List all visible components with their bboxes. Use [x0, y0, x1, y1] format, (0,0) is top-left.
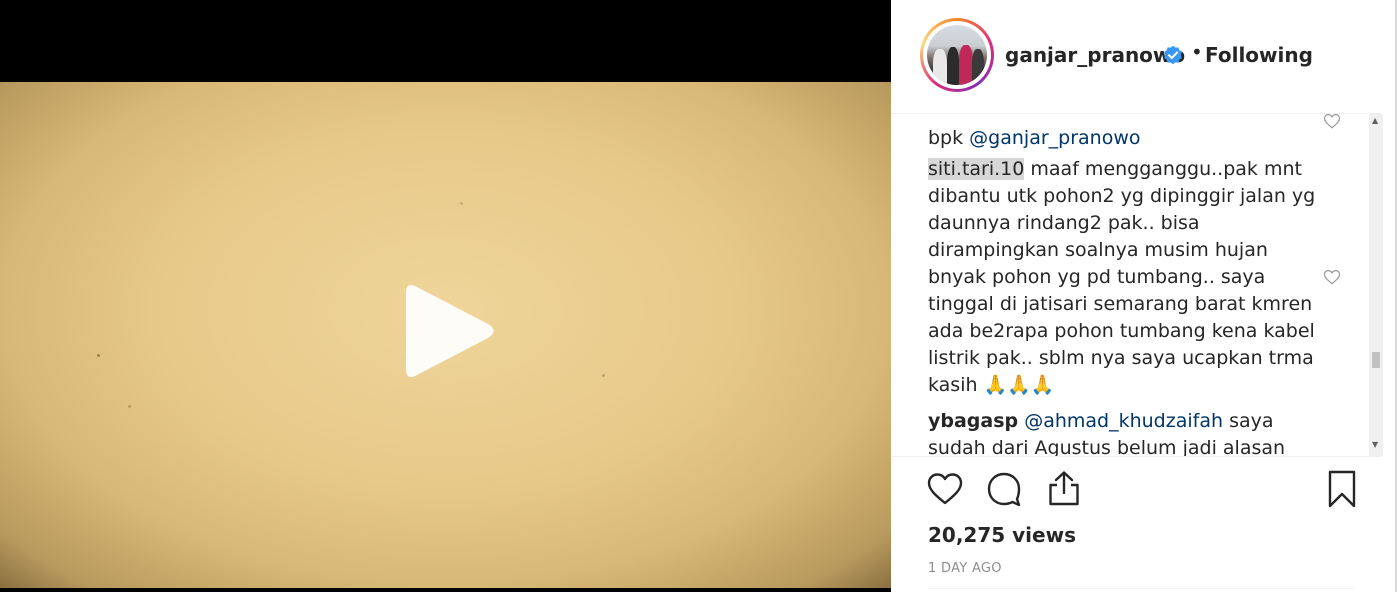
list-item: ybagasp @ahmad_khudzaifah saya sudah dar… [928, 408, 1318, 456]
comment-like-heart-icon[interactable] [1323, 114, 1341, 130]
comment-mention[interactable]: @ahmad_khudzaifah [1024, 410, 1223, 432]
comment-body: maaf mengganggu..pak mnt dibantu utk poh… [928, 158, 1316, 396]
share-icon[interactable] [1047, 469, 1081, 507]
play-icon[interactable] [392, 279, 502, 383]
post-side-panel: ganjar_pranowo • Following x bpk @ganjar… [891, 0, 1397, 592]
post-username[interactable]: ganjar_pranowo [1005, 43, 1185, 67]
following-button[interactable]: Following [1205, 43, 1313, 67]
separator-dot: • [1191, 40, 1203, 64]
video-player[interactable] [0, 0, 891, 592]
comment-mention[interactable]: @ganjar_pranowo [969, 127, 1140, 149]
comment-username[interactable]: ybagasp [928, 410, 1018, 432]
divider [928, 588, 1354, 589]
comment-icon[interactable] [986, 471, 1022, 507]
comment-username[interactable]: siti.tari.10 [928, 158, 1025, 180]
heart-icon[interactable] [926, 471, 964, 507]
post-timestamp[interactable]: 1 DAY AGO [928, 561, 1002, 576]
post-actions: 20,275 views 1 DAY AGO [891, 456, 1381, 593]
view-count[interactable]: 20,275 views [928, 523, 1076, 547]
bookmark-icon[interactable] [1327, 469, 1357, 509]
list-item: siti.tari.10 maaf mengganggu..pak mnt di… [928, 156, 1318, 399]
comments-scrollbar[interactable]: ▲ ▼ [1369, 114, 1383, 456]
comment-like-heart-icon[interactable] [1323, 268, 1341, 286]
comment-prefix: bpk [928, 127, 964, 149]
comments-list[interactable]: x bpk @ganjar_pranowo siti.tari.10 maaf … [891, 114, 1369, 456]
post-header: ganjar_pranowo • Following [891, 0, 1381, 114]
scrollbar-thumb[interactable] [1372, 352, 1380, 368]
avatar[interactable] [920, 18, 994, 92]
verified-badge-icon [1164, 45, 1182, 65]
list-item: x bpk @ganjar_pranowo [928, 114, 1318, 152]
